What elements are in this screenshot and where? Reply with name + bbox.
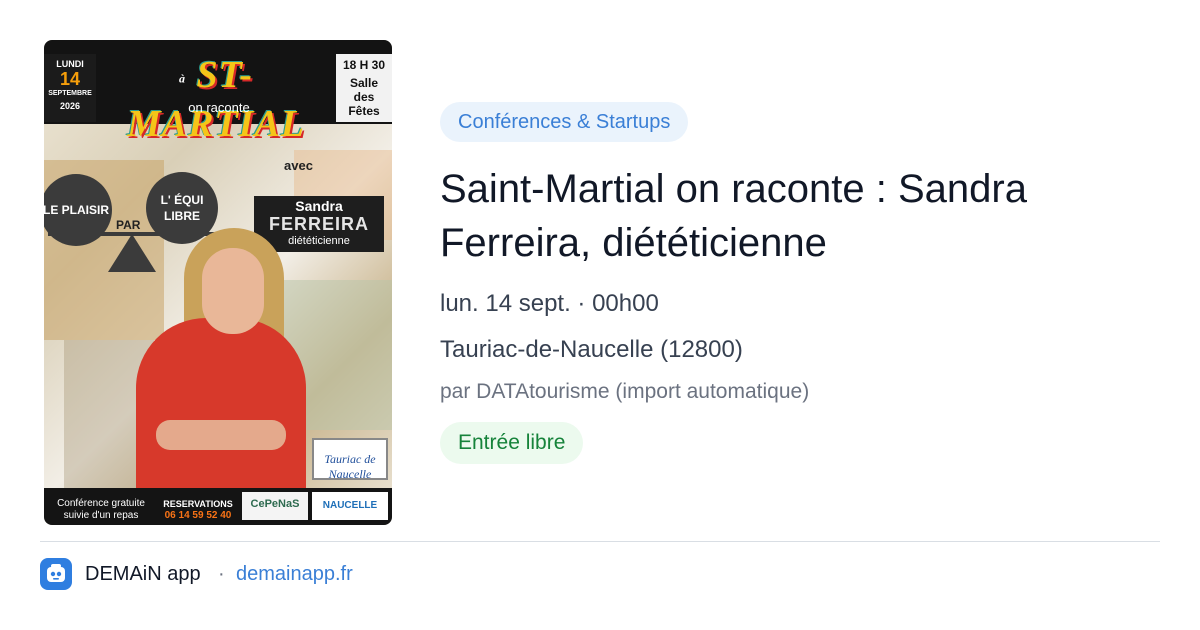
event-date: lun. 14 sept. · 00h00 <box>440 290 659 317</box>
poster-subtitle: on raconte <box>188 100 250 115</box>
poster-reservations: RESERVATIONS 06 14 59 52 40 <box>156 498 240 522</box>
footer-separator: · <box>218 563 225 585</box>
poster-reservations-label: RESERVATIONS <box>163 499 233 509</box>
poster-par: PAR <box>116 218 141 232</box>
price-badge: Entrée libre <box>440 422 584 464</box>
poster-speaker-first: Sandra <box>295 198 343 214</box>
poster-day: 14 <box>59 69 81 89</box>
poster-speaker-box: Sandra FERREIRA diététicienne <box>254 196 384 252</box>
poster-avec: avec <box>284 158 313 173</box>
poster-year: 2026 <box>59 101 81 111</box>
event-poster-image: LUNDI 14 SEPTEMBRE 2026 à ST-MARTIAL on … <box>44 40 392 525</box>
poster-date-box: LUNDI 14 SEPTEMBRE 2026 <box>44 54 96 122</box>
poster-speaker-role: diététicienne <box>288 235 350 247</box>
event-title: Saint-Martial on raconte : Sandra Ferrei… <box>440 167 1027 265</box>
poster-title-small: à <box>178 71 186 86</box>
poster-month: SEPTEMBRE <box>48 90 92 97</box>
event-location: Tauriac-de-Naucelle (12800) <box>440 336 743 363</box>
poster-portrait-face <box>202 248 264 334</box>
poster-logo-naucelle: NAUCELLE <box>312 492 388 520</box>
poster-time-box: 18 H 30 Salle des Fêtes <box>336 54 392 122</box>
poster-reservations-phone: 06 14 59 52 40 <box>164 510 232 521</box>
poster-venue-1: Salle <box>349 76 379 90</box>
poster-free-conference: Conférence gratuite suivie d'un repas <box>57 498 145 521</box>
poster-venue-3: Fêtes <box>348 104 380 118</box>
app-website-link[interactable]: demainapp.fr <box>236 563 353 586</box>
footer-divider <box>40 541 1160 542</box>
poster-portrait-arms <box>156 420 286 450</box>
poster-speaker-last: FERREIRA <box>268 214 369 234</box>
poster-venue-2: des <box>353 90 375 104</box>
robot-icon <box>40 558 72 590</box>
app-name: DEMAiN app <box>85 563 201 585</box>
poster-logo-cepenas: CePeNaS <box>242 492 308 520</box>
event-source: par DATAtourisme (import automatique) <box>440 380 810 403</box>
poster-time: 18 H 30 <box>342 58 386 72</box>
category-badge[interactable]: Conférences & Startups <box>440 102 689 142</box>
poster-logo-tauriac: Tauriac de Naucelle <box>312 438 388 481</box>
poster-balance-fulcrum <box>108 234 156 272</box>
poster-portrait-body <box>136 318 306 508</box>
poster-weekday: LUNDI <box>56 59 84 69</box>
